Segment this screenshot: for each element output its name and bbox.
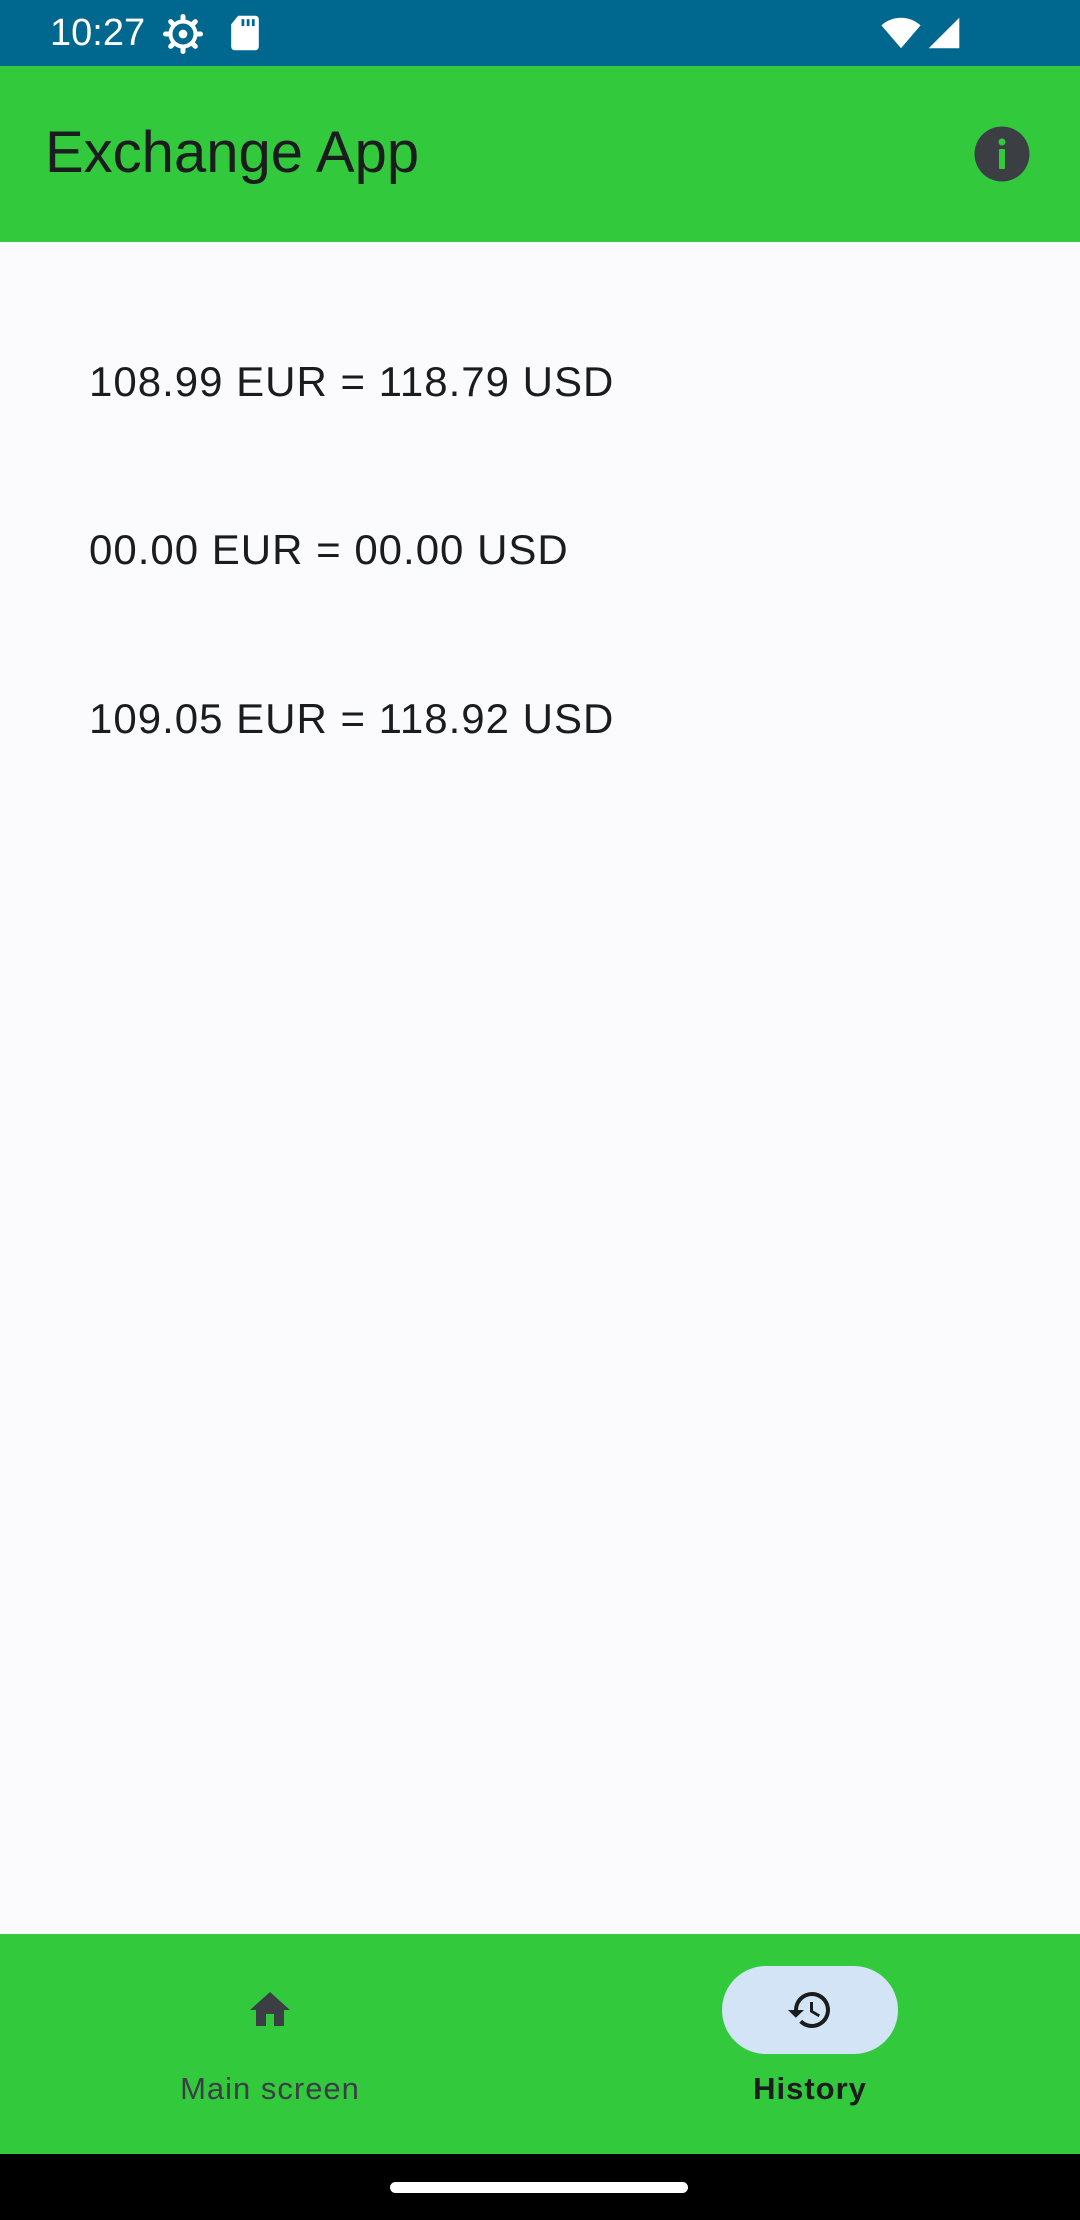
settings-gear-icon xyxy=(163,14,203,59)
active-indicator xyxy=(722,1966,898,2054)
nav-icon-container xyxy=(182,1966,358,2054)
nav-item-main-screen[interactable]: Main screen xyxy=(0,1934,540,2154)
home-icon xyxy=(250,1992,290,2026)
status-bar: 10:27 xyxy=(0,0,1080,66)
history-item: 108.99 EUR = 118.79 USD xyxy=(89,358,615,405)
signal-icon xyxy=(926,16,962,55)
history-icon xyxy=(788,1992,830,2028)
app-title: Exchange App xyxy=(45,120,420,185)
top-app-bar: Exchange App xyxy=(0,66,1080,242)
nav-label-main-screen: Main screen xyxy=(180,2071,360,2106)
info-button[interactable] xyxy=(972,124,1032,184)
info-icon xyxy=(974,126,1030,182)
home-gesture-handle[interactable] xyxy=(390,2182,688,2193)
wifi-icon xyxy=(880,16,922,55)
gesture-navigation-area xyxy=(0,2154,1080,2220)
status-time: 10:27 xyxy=(50,12,146,54)
history-item: 00.00 EUR = 00.00 USD xyxy=(89,526,569,573)
nav-item-history[interactable]: History xyxy=(540,1934,1080,2154)
nav-label-history: History xyxy=(753,2071,867,2106)
history-item: 109.05 EUR = 118.92 USD xyxy=(89,695,615,742)
sd-card-icon xyxy=(228,14,262,57)
bottom-navigation-bar: Main screen History xyxy=(0,1934,1080,2154)
